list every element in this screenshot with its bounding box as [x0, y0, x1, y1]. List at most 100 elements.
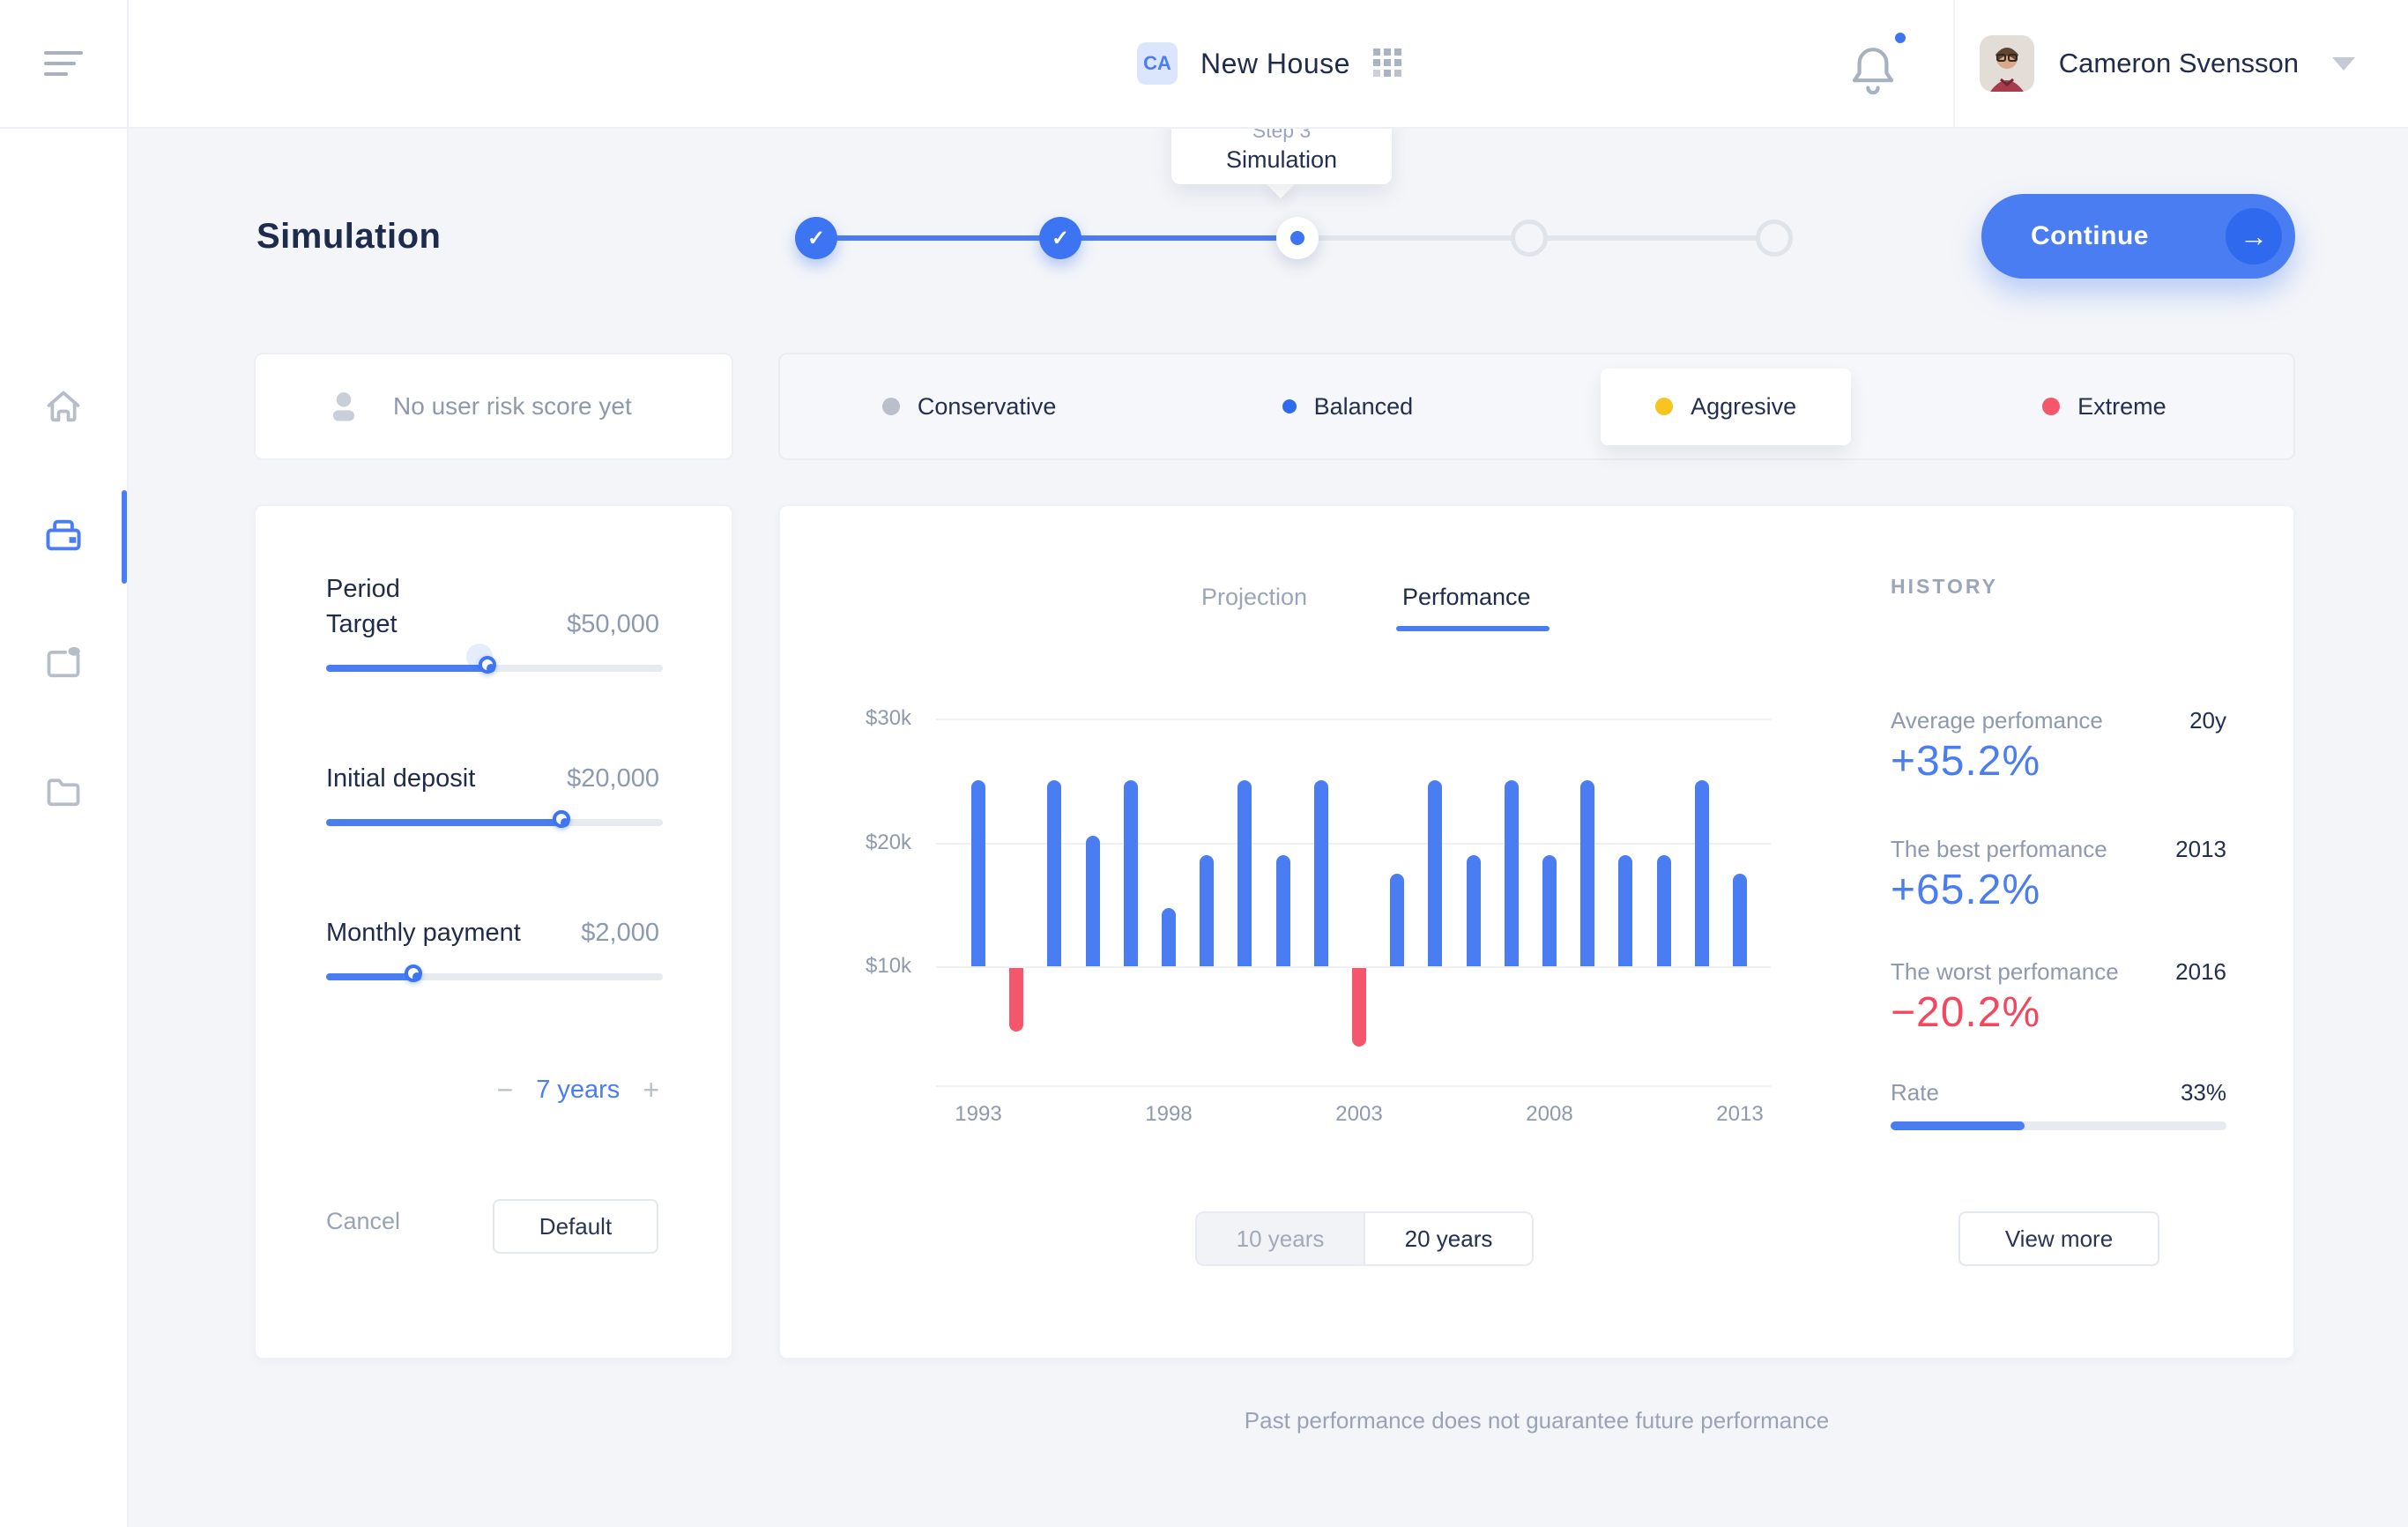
- avatar: [1980, 35, 2034, 92]
- user-name: Cameron Svensson: [2059, 48, 2299, 79]
- stepper-step-4-todo[interactable]: [1511, 220, 1548, 257]
- stepper-step-2-done[interactable]: [1039, 217, 1081, 259]
- bar-chart-plot: $30k$20k$10k: [936, 698, 1771, 1086]
- folder-notification-icon: [44, 644, 83, 686]
- active-tab-underline: [1396, 626, 1550, 631]
- bar-1996: [1086, 836, 1100, 966]
- target-slider-thumb[interactable]: [479, 656, 496, 674]
- home-icon: [44, 388, 83, 429]
- bar-2006: [1467, 855, 1481, 966]
- monthly-payment-label: Monthly payment: [326, 919, 521, 948]
- risk-option-label: Balanced: [1314, 393, 1414, 421]
- folder-icon: [44, 775, 83, 815]
- bar-1995: [1047, 780, 1061, 966]
- apps-grid-icon[interactable]: [1373, 48, 1403, 78]
- progress-stepper: [795, 203, 1765, 273]
- project-avatar-badge: CA: [1137, 42, 1178, 85]
- monthly-payment-slider-thumb[interactable]: [405, 965, 422, 982]
- range-20-years[interactable]: 20 years: [1365, 1213, 1532, 1264]
- history-row-value: +65.2%: [1891, 866, 2040, 914]
- default-button[interactable]: Default: [493, 1199, 658, 1254]
- risk-option-label: Extreme: [2077, 393, 2166, 421]
- period-decrease-button[interactable]: −: [497, 1074, 514, 1106]
- initial-deposit-slider-thumb[interactable]: [553, 810, 570, 828]
- bar-2009: [1580, 780, 1594, 966]
- sidebar-item-folder[interactable]: [0, 746, 127, 843]
- target-value: $50,000: [567, 610, 659, 639]
- cancel-button[interactable]: Cancel: [326, 1208, 400, 1235]
- target-label: Target: [326, 610, 398, 639]
- header-right: Cameron Svensson: [1845, 0, 2408, 127]
- bar-2004: [1390, 874, 1404, 966]
- sidebar-item-folder-notification[interactable]: [0, 616, 127, 713]
- wallet-icon: [43, 517, 84, 558]
- risk-option-extreme[interactable]: Extreme: [1915, 354, 2293, 458]
- rate-label: Rate: [1891, 1079, 1939, 1106]
- period-value: 7 years: [536, 1076, 620, 1105]
- project-switcher[interactable]: CA New House: [1137, 0, 1403, 127]
- sidebar-item-home[interactable]: [0, 360, 127, 457]
- header: CA New House: [0, 0, 2408, 129]
- history-row-label: Average perfomance: [1891, 707, 2103, 734]
- range-10-years[interactable]: 10 years: [1197, 1213, 1365, 1264]
- period-label: Period: [326, 575, 400, 604]
- x-axis-label-1998: 1998: [1129, 1102, 1208, 1127]
- notification-badge: [1895, 33, 1906, 43]
- bar-2003: [1352, 968, 1366, 1047]
- monthly-payment-value: $2,000: [581, 919, 659, 948]
- risk-option-inner: Aggresive: [1601, 369, 1851, 445]
- bar-2000: [1237, 780, 1252, 966]
- history-row-value: −20.2%: [1891, 988, 2040, 1037]
- period-stepper: − 7 years +: [497, 1074, 659, 1106]
- bar-2007: [1505, 780, 1519, 966]
- stepper-step-1-done[interactable]: [795, 217, 837, 259]
- history-row-meta: 2016: [2175, 958, 2226, 986]
- view-more-button[interactable]: View more: [1958, 1211, 2159, 1266]
- page-title: Simulation: [256, 217, 441, 257]
- rate-progress-bar: [1891, 1121, 2226, 1130]
- sidebar-item-wallet[interactable]: [0, 488, 127, 585]
- tooltip-step-label: Simulation: [1226, 146, 1337, 174]
- continue-label: Continue: [2031, 221, 2149, 251]
- risk-dot-icon: [2042, 398, 2060, 415]
- x-axis-label-2008: 2008: [1510, 1102, 1589, 1127]
- initial-deposit-value: $20,000: [567, 764, 659, 793]
- bar-2011: [1657, 855, 1671, 966]
- chevron-down-icon: [2332, 57, 2355, 71]
- x-axis-label-2003: 2003: [1319, 1102, 1399, 1127]
- tab-perfomance[interactable]: Perfomance: [1402, 584, 1531, 611]
- y-axis-label: $20k: [866, 831, 927, 855]
- risk-option-balanced[interactable]: Balanced: [1158, 354, 1536, 458]
- rate-progress-fill: [1891, 1121, 2025, 1130]
- simulation-form-card: Target$50,000Initial deposit$20,000Month…: [254, 504, 733, 1359]
- bar-1994: [1009, 968, 1023, 1032]
- risk-option-aggresive[interactable]: Aggresive: [1537, 354, 1915, 458]
- risk-score-card: No user risk score yet: [254, 353, 733, 460]
- history-row-label: The worst perfomance: [1891, 958, 2119, 986]
- risk-option-inner: Extreme: [2042, 393, 2166, 421]
- gridline-20k: [936, 843, 1771, 845]
- user-menu[interactable]: Cameron Svensson: [1955, 35, 2408, 92]
- bar-1997: [1124, 780, 1138, 966]
- monthly-payment-slider[interactable]: [326, 973, 663, 980]
- notifications-button[interactable]: [1845, 31, 1911, 97]
- risk-option-conservative[interactable]: Conservative: [780, 354, 1158, 458]
- risk-dot-icon: [1655, 398, 1673, 415]
- history-row-meta: 2013: [2175, 836, 2226, 863]
- history-row-value: +35.2%: [1891, 737, 2040, 786]
- period-increase-button[interactable]: +: [643, 1074, 659, 1106]
- initial-deposit-slider[interactable]: [326, 819, 663, 826]
- hamburger-menu-icon[interactable]: [44, 51, 83, 76]
- risk-option-inner: Conservative: [882, 393, 1057, 421]
- history-title: HISTORY: [1891, 575, 1998, 599]
- stepper-step-5-todo[interactable]: [1756, 220, 1793, 257]
- slider-fill: [326, 665, 491, 672]
- stepper-step-3-active[interactable]: [1276, 217, 1319, 259]
- bar-1998: [1162, 908, 1176, 966]
- tab-projection[interactable]: Projection: [1201, 584, 1307, 611]
- target-slider[interactable]: [326, 665, 663, 672]
- continue-button[interactable]: Continue: [1981, 194, 2295, 279]
- history-panel: HISTORY Average perfomance 20y +35.2% Th…: [1891, 506, 2226, 1358]
- sidebar-header-cell: [0, 0, 129, 127]
- risk-option-label: Conservative: [918, 393, 1057, 421]
